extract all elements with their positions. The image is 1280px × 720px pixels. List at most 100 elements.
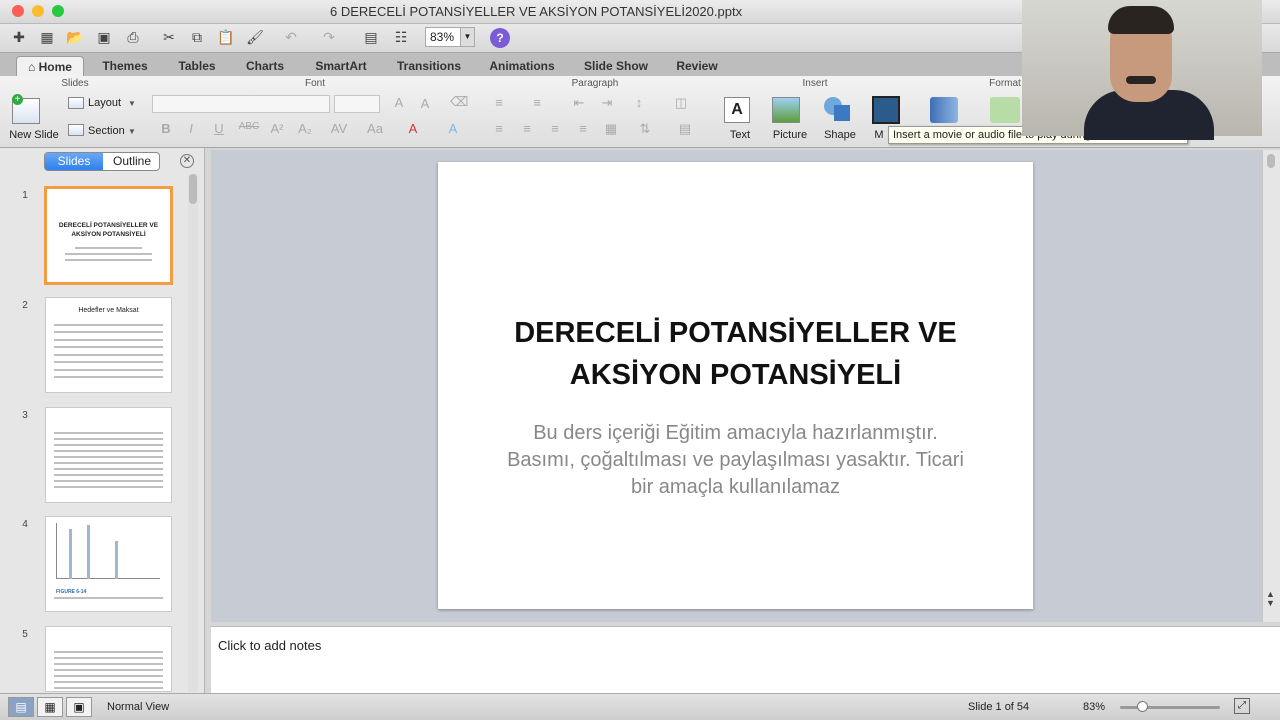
- minimize-window-icon[interactable]: [32, 5, 44, 17]
- justify-icon[interactable]: ≡: [574, 121, 592, 136]
- numbering-icon[interactable]: ≡: [528, 95, 546, 110]
- slide-thumbnail-1[interactable]: DERECELİ POTANSİYELLER VE AKSİYON POTANS…: [44, 186, 173, 285]
- view-name: Normal View: [107, 701, 170, 713]
- decrease-indent-icon[interactable]: ⇤: [570, 95, 588, 111]
- new-presentation-icon[interactable]: ✚: [8, 27, 30, 47]
- format-painter-icon[interactable]: 🖌: [244, 27, 266, 47]
- thumbnails-scrollbar[interactable]: [188, 174, 198, 692]
- text-box-icon: A: [724, 97, 750, 123]
- slides-tab[interactable]: Slides: [45, 153, 103, 170]
- strikethrough-icon[interactable]: ABC: [236, 121, 262, 132]
- copy-icon[interactable]: ⧉: [186, 27, 208, 47]
- slide-scrollbar[interactable]: ▲ ▼: [1262, 150, 1280, 622]
- character-spacing-icon[interactable]: AV: [326, 121, 352, 136]
- picture-icon: [772, 97, 800, 123]
- redo-icon[interactable]: ↷: [318, 27, 340, 47]
- tab-transitions[interactable]: Transitions: [390, 56, 468, 76]
- slide-thumbnail-3[interactable]: [45, 407, 172, 503]
- zoom-dropdown-icon[interactable]: ▼: [460, 28, 474, 46]
- slide-subtitle[interactable]: Bu ders içeriği Eğitim amacıyla hazırlan…: [498, 420, 973, 501]
- close-panel-icon[interactable]: ✕: [180, 154, 194, 168]
- thumb-title: FIGURE 6-14: [56, 589, 87, 595]
- align-text-icon[interactable]: ▤: [676, 121, 694, 137]
- thumbnails-scroll-thumb[interactable]: [189, 174, 197, 204]
- slide-sorter-icon[interactable]: ▦: [37, 697, 63, 717]
- slide-thumbnail-5[interactable]: [45, 626, 172, 692]
- tab-animations[interactable]: Animations: [482, 56, 562, 76]
- paste-icon[interactable]: 📋: [215, 27, 237, 47]
- insert-shape-button[interactable]: Shape: [820, 129, 860, 141]
- outline-tab[interactable]: Outline: [103, 153, 159, 170]
- layout-icon: [68, 97, 84, 109]
- tab-smartart[interactable]: SmartArt: [306, 56, 376, 76]
- new-slide-button[interactable]: New Slide: [4, 129, 64, 141]
- font-color-icon[interactable]: A: [404, 121, 422, 136]
- zoom-slider-knob[interactable]: [1137, 701, 1148, 712]
- panel-view-toggle: Slides Outline: [44, 152, 160, 171]
- group-label-font: Font: [304, 78, 325, 89]
- underline-icon[interactable]: U: [210, 121, 228, 136]
- increase-indent-icon[interactable]: ⇥: [598, 95, 616, 111]
- subscript-icon[interactable]: A₂: [296, 121, 314, 136]
- bullets-icon[interactable]: ≡: [490, 95, 508, 110]
- cut-icon[interactable]: ✂: [158, 27, 180, 47]
- line-spacing-icon[interactable]: ↕: [630, 95, 648, 110]
- insert-picture-button[interactable]: Picture: [768, 129, 812, 141]
- tab-home[interactable]: ⌂ Home: [16, 56, 84, 76]
- clear-format-icon[interactable]: ⌫: [450, 94, 468, 110]
- zoom-window-icon[interactable]: [52, 5, 64, 17]
- undo-icon[interactable]: ↶: [280, 27, 302, 47]
- thumb-number: 3: [22, 410, 28, 421]
- italic-icon[interactable]: I: [182, 121, 200, 136]
- fit-to-window-icon[interactable]: ⤢: [1234, 698, 1250, 714]
- gallery-icon[interactable]: ▤: [360, 27, 382, 47]
- media-browser-icon[interactable]: [930, 97, 958, 123]
- insert-text-button[interactable]: Text: [722, 129, 758, 141]
- group-label-slides: Slides: [61, 78, 89, 89]
- current-slide[interactable]: DERECELİ POTANSİYELLER VE AKSİYON POTANS…: [438, 162, 1033, 609]
- section-icon: [68, 124, 84, 136]
- print-icon[interactable]: ⎙: [122, 27, 144, 47]
- columns-icon[interactable]: ◫: [672, 95, 690, 111]
- slide-thumbnail-4[interactable]: FIGURE 6-14: [45, 516, 172, 612]
- notes-placeholder: Click to add notes: [218, 638, 322, 653]
- tab-review[interactable]: Review: [668, 56, 726, 76]
- change-case-icon[interactable]: Aa: [366, 121, 384, 136]
- text-effects-icon[interactable]: A: [444, 121, 462, 136]
- subtitle-line-2: Basımı, çoğaltılması ve paylaşılması yas…: [507, 449, 964, 498]
- slide-thumbnail-2[interactable]: Hedefler ve Maksat: [45, 297, 172, 393]
- slide-title[interactable]: DERECELİ POTANSİYELLER VE AKSİYON POTANS…: [458, 312, 1013, 396]
- slide-scroll-thumb[interactable]: [1267, 154, 1275, 168]
- format-shape-icon[interactable]: [990, 97, 1020, 123]
- text-direction-icon[interactable]: ⇅: [636, 121, 654, 137]
- help-icon[interactable]: ?: [490, 28, 510, 48]
- align-left-icon[interactable]: ≡: [490, 121, 508, 136]
- tab-tables[interactable]: Tables: [168, 56, 226, 76]
- add-icon: +: [12, 94, 23, 105]
- templates-icon[interactable]: ▦: [36, 27, 58, 47]
- align-right-icon[interactable]: ≡: [546, 121, 564, 136]
- font-name-field[interactable]: [152, 95, 330, 113]
- open-icon[interactable]: 📂: [64, 27, 86, 47]
- zoom-slider[interactable]: [1120, 706, 1220, 709]
- slide-show-icon[interactable]: ▣: [66, 697, 92, 717]
- toolbox-icon[interactable]: ☷: [390, 27, 412, 47]
- superscript-icon[interactable]: A²: [268, 121, 286, 136]
- grow-font-icon[interactable]: A: [390, 95, 408, 110]
- distribute-icon[interactable]: ▦: [602, 121, 620, 137]
- insert-movie-button[interactable]: M: [872, 129, 886, 141]
- thumb-title: DERECELİ POTANSİYELLER VE AKSİYON POTANS…: [58, 222, 159, 238]
- tab-slide-show[interactable]: Slide Show: [576, 56, 656, 76]
- tab-themes[interactable]: Themes: [94, 56, 156, 76]
- normal-view-icon[interactable]: ▤: [8, 697, 34, 717]
- thumb-number: 2: [22, 300, 28, 311]
- align-center-icon[interactable]: ≡: [518, 121, 536, 136]
- notes-pane[interactable]: Click to add notes: [211, 626, 1280, 693]
- close-window-icon[interactable]: [12, 5, 24, 17]
- bold-icon[interactable]: B: [157, 121, 175, 136]
- tab-charts[interactable]: Charts: [236, 56, 294, 76]
- shrink-font-icon[interactable]: A: [416, 96, 434, 111]
- scroll-arrows-icon[interactable]: ▲ ▼: [1266, 590, 1275, 608]
- font-size-field[interactable]: [334, 95, 380, 113]
- save-icon[interactable]: ▣: [93, 27, 115, 47]
